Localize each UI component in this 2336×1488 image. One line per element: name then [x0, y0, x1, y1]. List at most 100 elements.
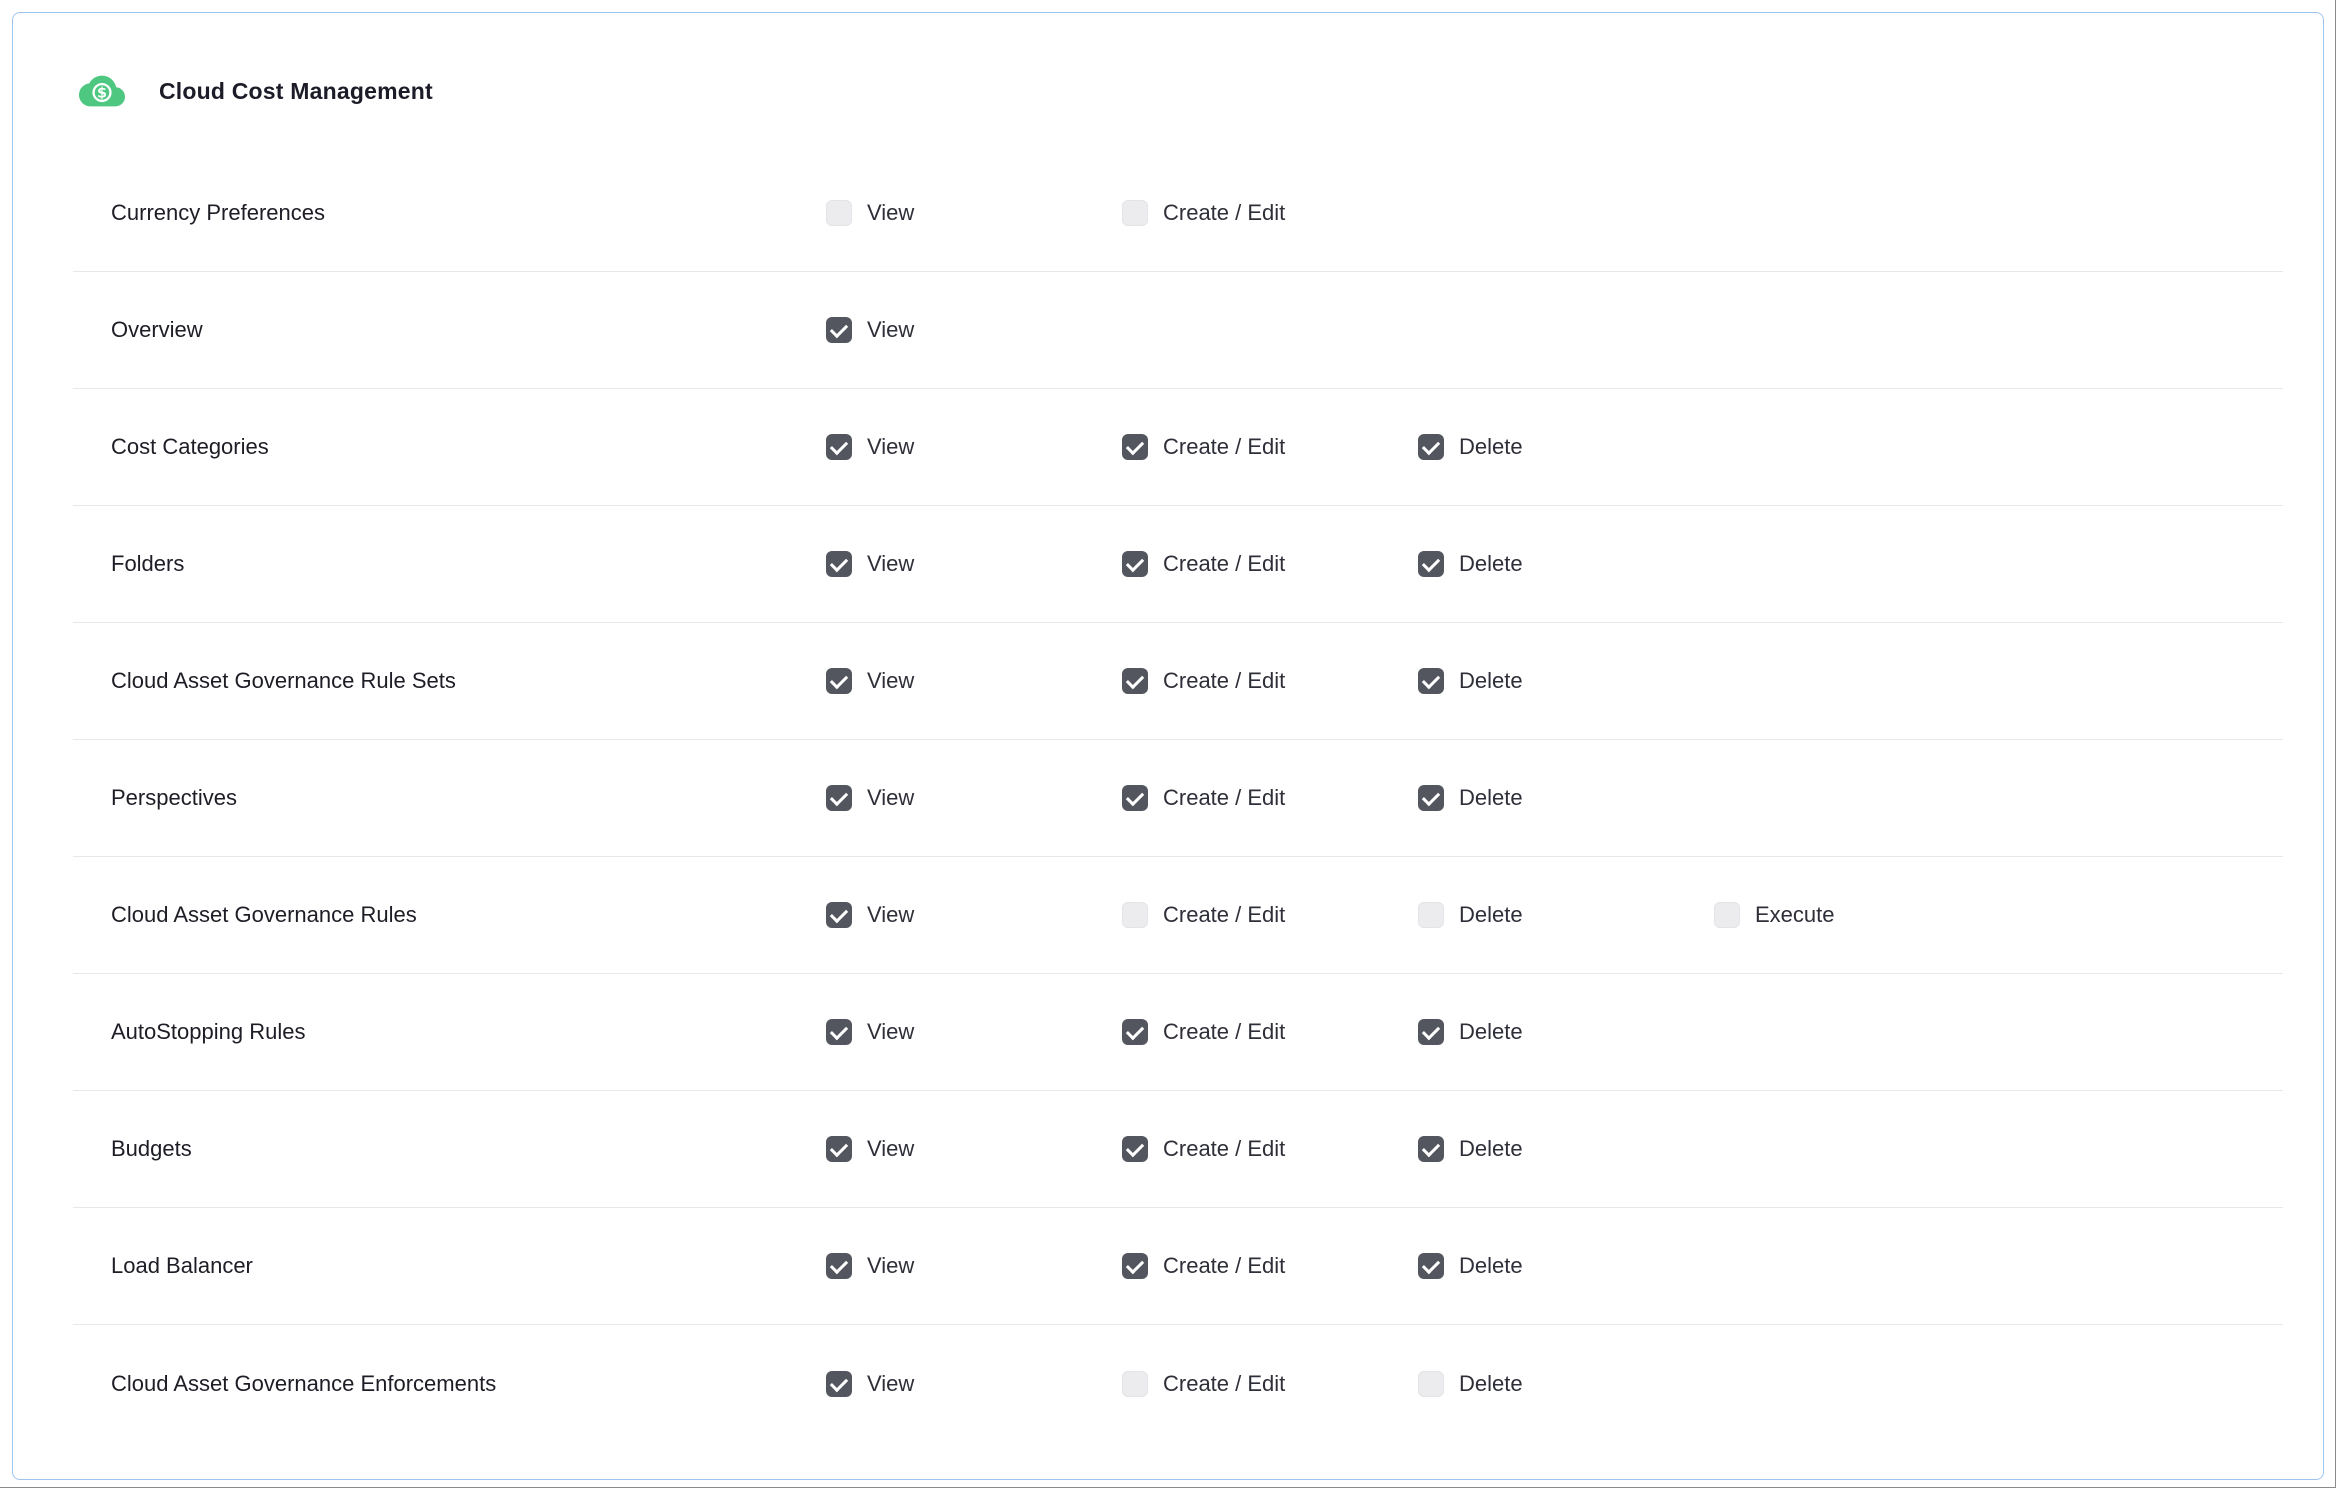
permission-view[interactable]: View: [826, 1253, 1122, 1279]
permissions-list: Currency Preferences ViewCreate / Edit O…: [73, 155, 2283, 1442]
permission-view[interactable]: View: [826, 1136, 1122, 1162]
permission-view[interactable]: View: [826, 902, 1122, 928]
create-edit-checkbox[interactable]: [1122, 1371, 1148, 1397]
resource-label-cell: Cloud Asset Governance Rule Sets: [73, 668, 826, 694]
create-edit-checkbox[interactable]: [1122, 1019, 1148, 1045]
view-checkbox[interactable]: [826, 200, 852, 226]
permission-row-budgets: Budgets ViewCreate / EditDelete: [73, 1091, 2283, 1208]
permission-delete[interactable]: Delete: [1418, 1136, 1714, 1162]
execute-checkbox[interactable]: [1714, 902, 1740, 928]
permission-row-perspectives: Perspectives View Create / Edit Delete: [73, 740, 2283, 857]
permission-view[interactable]: View: [826, 785, 1122, 811]
permission-delete[interactable]: Delete: [1418, 434, 1714, 460]
permission-label: Create / Edit: [1163, 902, 1285, 928]
permission-label: View: [867, 1136, 914, 1162]
resource-label: Cloud Asset Governance Rules: [111, 902, 417, 927]
permission-delete[interactable]: Delete: [1418, 785, 1714, 811]
permission-row-load-balancer: Load Balancer View Create / Edit Delete: [73, 1208, 2283, 1325]
permission-delete[interactable]: Delete: [1418, 1253, 1714, 1279]
permission-execute[interactable]: Execute: [1714, 902, 2283, 928]
permission-delete[interactable]: Delete: [1418, 668, 1714, 694]
delete-checkbox[interactable]: [1418, 902, 1444, 928]
permission-label: Create / Edit: [1163, 1253, 1285, 1279]
view-checkbox[interactable]: [826, 434, 852, 460]
delete-checkbox[interactable]: [1418, 434, 1444, 460]
create-edit-checkbox[interactable]: [1122, 902, 1148, 928]
permission-delete[interactable]: Delete: [1418, 1019, 1714, 1045]
view-checkbox[interactable]: [826, 1136, 852, 1162]
permission-label: Delete: [1459, 785, 1523, 811]
create-edit-checkbox[interactable]: [1122, 551, 1148, 577]
permission-delete[interactable]: Delete: [1418, 551, 1714, 577]
permission-create-edit[interactable]: Create / Edit: [1122, 1371, 1418, 1397]
permission-label: Delete: [1459, 434, 1523, 460]
delete-checkbox[interactable]: [1418, 668, 1444, 694]
resource-label: Cloud Asset Governance Rule Sets: [111, 668, 456, 693]
delete-checkbox[interactable]: [1418, 1136, 1444, 1162]
view-checkbox[interactable]: [826, 668, 852, 694]
permission-view[interactable]: View: [826, 1019, 1122, 1045]
view-checkbox[interactable]: [826, 785, 852, 811]
create-edit-checkbox[interactable]: [1122, 785, 1148, 811]
permission-label: Delete: [1459, 551, 1523, 577]
permission-create-edit[interactable]: Create / Edit: [1122, 200, 1418, 226]
permission-label: Create / Edit: [1163, 1371, 1285, 1397]
view-checkbox[interactable]: [826, 1371, 852, 1397]
delete-checkbox[interactable]: [1418, 1371, 1444, 1397]
permission-label: Create / Edit: [1163, 785, 1285, 811]
permission-create-edit[interactable]: Create / Edit: [1122, 1136, 1418, 1162]
permission-label: Create / Edit: [1163, 668, 1285, 694]
permission-delete[interactable]: Delete: [1418, 902, 1714, 928]
permission-label: Create / Edit: [1163, 434, 1285, 460]
card-title: Cloud Cost Management: [159, 78, 433, 105]
permission-delete[interactable]: Delete: [1418, 1371, 1714, 1397]
cloud-dollar-icon: $: [79, 68, 125, 114]
permission-view[interactable]: View: [826, 551, 1122, 577]
permission-create-edit[interactable]: Create / Edit: [1122, 668, 1418, 694]
permission-label: Create / Edit: [1163, 200, 1285, 226]
delete-checkbox[interactable]: [1418, 1253, 1444, 1279]
permission-create-edit[interactable]: Create / Edit: [1122, 1019, 1418, 1045]
permission-label: View: [867, 200, 914, 226]
create-edit-checkbox[interactable]: [1122, 668, 1148, 694]
permission-create-edit[interactable]: Create / Edit: [1122, 551, 1418, 577]
resource-label-cell: Folders: [73, 551, 826, 577]
permission-create-edit[interactable]: Create / Edit: [1122, 902, 1418, 928]
permission-label: Delete: [1459, 902, 1523, 928]
permission-create-edit[interactable]: Create / Edit: [1122, 1253, 1418, 1279]
create-edit-checkbox[interactable]: [1122, 434, 1148, 460]
cloud-cost-management-card: $ Cloud Cost Management Currency Prefere…: [12, 12, 2324, 1480]
resource-label-cell: Overview: [73, 317, 826, 343]
permission-view[interactable]: View: [826, 317, 1122, 343]
permission-view[interactable]: View: [826, 200, 1122, 226]
permission-row-overview: Overview View: [73, 272, 2283, 389]
resource-label-cell: Currency Preferences: [73, 200, 826, 226]
permission-label: View: [867, 1253, 914, 1279]
delete-checkbox[interactable]: [1418, 1019, 1444, 1045]
resource-label: AutoStopping Rules: [111, 1019, 305, 1044]
create-edit-checkbox[interactable]: [1122, 200, 1148, 226]
svg-text:$: $: [97, 86, 107, 102]
permission-create-edit[interactable]: Create / Edit: [1122, 434, 1418, 460]
resource-label-cell: Cost Categories: [73, 434, 826, 460]
view-checkbox[interactable]: [826, 1253, 852, 1279]
permission-label: Delete: [1459, 668, 1523, 694]
resource-label: Perspectives: [111, 785, 237, 810]
view-checkbox[interactable]: [826, 1019, 852, 1045]
view-checkbox[interactable]: [826, 902, 852, 928]
delete-checkbox[interactable]: [1418, 785, 1444, 811]
create-edit-checkbox[interactable]: [1122, 1253, 1148, 1279]
permission-row-cost-categories: Cost Categories View Create / Edit Delete: [73, 389, 2283, 506]
permission-label: Create / Edit: [1163, 1019, 1285, 1045]
view-checkbox[interactable]: [826, 551, 852, 577]
permission-view[interactable]: View: [826, 668, 1122, 694]
create-edit-checkbox[interactable]: [1122, 1136, 1148, 1162]
delete-checkbox[interactable]: [1418, 551, 1444, 577]
resource-label-cell: Load Balancer: [73, 1253, 826, 1279]
permission-create-edit[interactable]: Create / Edit: [1122, 785, 1418, 811]
permission-view[interactable]: View: [826, 1371, 1122, 1397]
permission-label: View: [867, 785, 914, 811]
permission-label: Delete: [1459, 1371, 1523, 1397]
view-checkbox[interactable]: [826, 317, 852, 343]
permission-view[interactable]: View: [826, 434, 1122, 460]
